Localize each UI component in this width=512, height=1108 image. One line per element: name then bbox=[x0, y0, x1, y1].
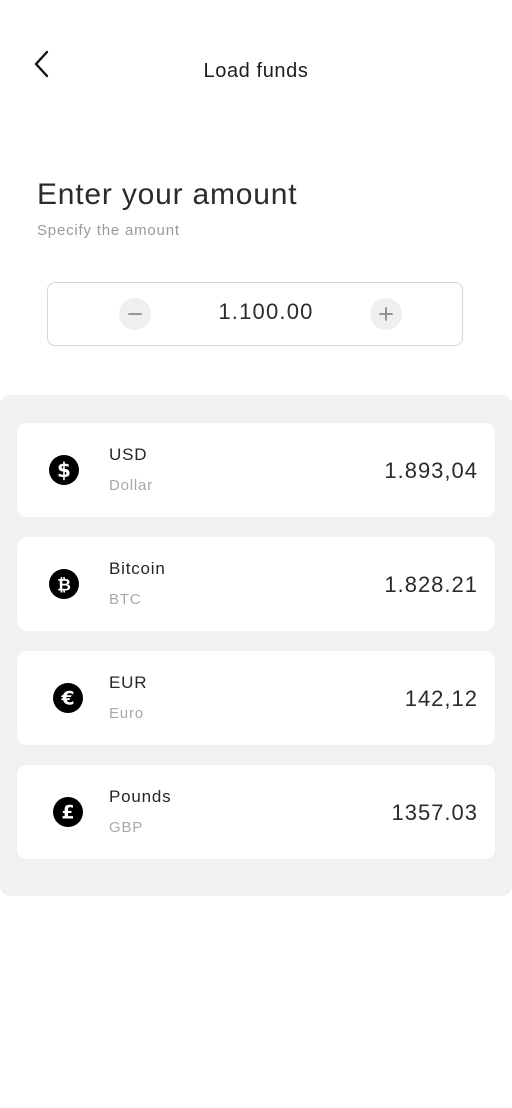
currency-value: 142,12 bbox=[404, 686, 478, 711]
currency-name: USD bbox=[109, 445, 148, 464]
pound-coin-icon: £ bbox=[53, 797, 83, 827]
euro-coin-icon: € bbox=[53, 683, 83, 713]
currency-value: 1.828.21 bbox=[384, 572, 478, 597]
svg-text:€: € bbox=[60, 688, 74, 710]
currency-code: GBP bbox=[109, 819, 144, 836]
amount-stepper[interactable]: 1.100.00 bbox=[47, 282, 463, 346]
currency-card-eur[interactable]: € EUR Euro 142,12 bbox=[17, 651, 495, 745]
currency-card-bitcoin[interactable]: ₿ Bitcoin BTC 1.828.21 bbox=[17, 537, 495, 631]
top-bar: Load funds bbox=[0, 0, 512, 140]
currency-name: Pounds bbox=[109, 787, 172, 806]
currency-card-pounds[interactable]: £ Pounds GBP 1357.03 bbox=[17, 765, 495, 859]
amount-value[interactable]: 1.100.00 bbox=[48, 299, 484, 325]
currency-code: Euro bbox=[109, 705, 144, 722]
increase-button[interactable] bbox=[370, 298, 402, 330]
currency-name: Bitcoin bbox=[109, 559, 166, 578]
currency-value: 1357.03 bbox=[391, 800, 478, 825]
page-title: Load funds bbox=[203, 60, 309, 82]
bitcoin-coin-icon: ₿ bbox=[49, 569, 79, 599]
currency-code: Dollar bbox=[109, 477, 153, 494]
amount-heading: Enter your amount bbox=[37, 178, 298, 211]
plus-icon bbox=[379, 307, 393, 321]
dollar-coin-icon: $ bbox=[49, 455, 79, 485]
currency-value: 1.893,04 bbox=[384, 458, 478, 483]
currency-panel: $ USD Dollar 1.893,04 ₿ Bitcoin BTC 1.82… bbox=[0, 395, 512, 896]
amount-subheading: Specify the amount bbox=[37, 222, 180, 239]
svg-text:$: $ bbox=[57, 458, 71, 482]
currency-card-usd[interactable]: $ USD Dollar 1.893,04 bbox=[17, 423, 495, 517]
currency-name: EUR bbox=[109, 673, 148, 692]
svg-text:₿: ₿ bbox=[57, 576, 71, 596]
currency-code: BTC bbox=[109, 591, 142, 608]
svg-text:£: £ bbox=[61, 802, 74, 824]
